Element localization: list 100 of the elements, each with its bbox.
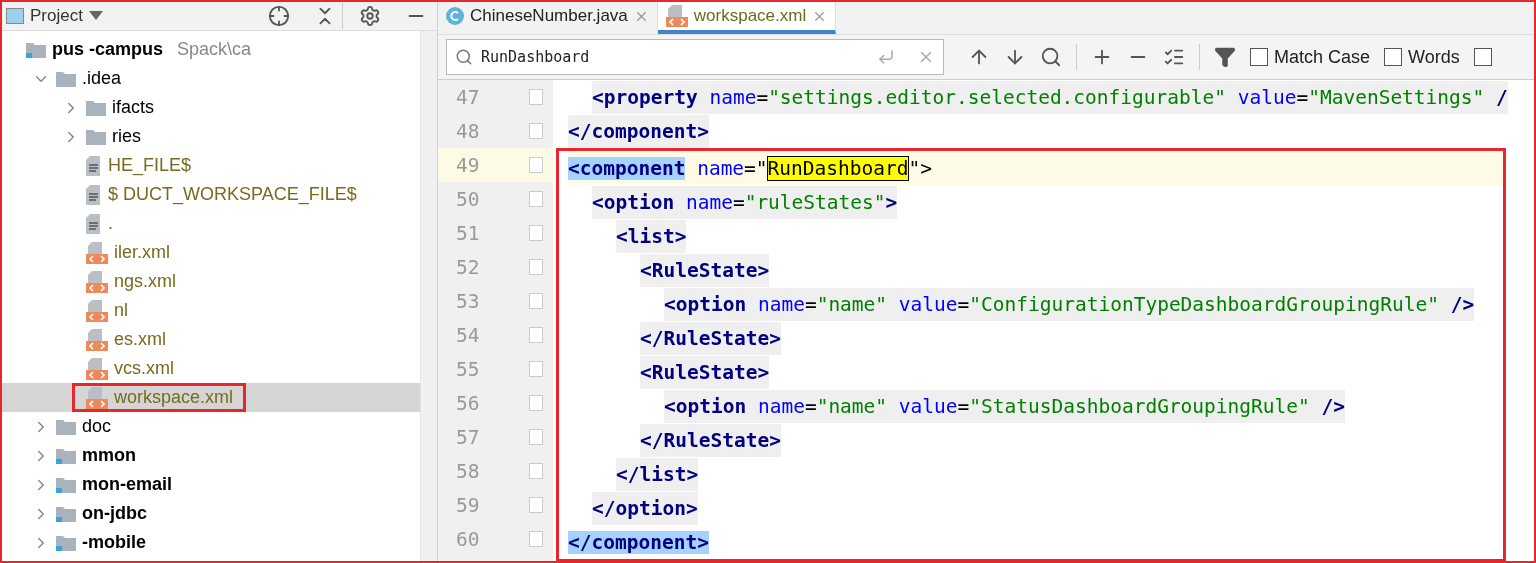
crosshair-icon[interactable] (268, 5, 290, 27)
tree-item-label: workspace.xml (114, 387, 234, 408)
editor-tab[interactable]: ChineseNumber.java (438, 2, 658, 34)
tree-item[interactable]: ngs.xml (2, 267, 420, 296)
line-number: 53 (456, 289, 480, 313)
line-number: 52 (456, 255, 480, 279)
tree-item[interactable]: iler.xml (2, 238, 420, 267)
search-field[interactable]: RunDashboard (446, 39, 944, 75)
xml-file-icon (86, 299, 108, 322)
fold-marker-icon[interactable] (529, 395, 543, 411)
tree-item-label: doc (82, 416, 112, 437)
tree-item-label: . (108, 213, 113, 234)
option-checkbox[interactable]: Words (1384, 46, 1460, 68)
editor-tab[interactable]: workspace.xml (657, 2, 837, 34)
search-icon (455, 48, 473, 66)
tree-item-label: HE_FILE$ (108, 155, 192, 176)
tree-item-label: nl (114, 300, 128, 321)
fold-marker-icon[interactable] (529, 497, 543, 513)
tree-item[interactable]: on-jdbc (2, 499, 420, 528)
fold-marker-icon[interactable] (529, 293, 543, 309)
tree-item[interactable]: ifacts (2, 93, 420, 122)
module-folder-icon (56, 476, 76, 493)
code-line: <component name="RunDashboard"> (568, 155, 932, 182)
line-number: 55 (456, 357, 480, 381)
tree-item[interactable]: pus -campus Spack\ca (2, 35, 420, 64)
fold-marker-icon[interactable] (529, 531, 543, 547)
fold-marker-icon[interactable] (529, 89, 543, 105)
xml-file-icon (86, 270, 108, 293)
enter-icon[interactable] (877, 48, 895, 66)
line-number: 47 (456, 85, 480, 109)
line-number: 57 (456, 425, 480, 449)
line-number: 48 (456, 119, 480, 143)
folder-icon (56, 70, 76, 87)
line-number: 59 (456, 493, 480, 517)
xml-file-icon (86, 328, 108, 351)
fold-marker-icon[interactable] (529, 463, 543, 479)
line-number: 56 (456, 391, 480, 415)
tree-item[interactable]: -mobile (2, 528, 420, 557)
tree-item-label: -mobile (82, 532, 146, 553)
folder-icon (56, 418, 76, 435)
settings-icon[interactable] (359, 5, 381, 27)
fold-marker-icon[interactable] (529, 123, 543, 139)
line-number: 54 (456, 323, 480, 347)
tree-item-label: .idea (82, 68, 122, 89)
folder-icon (86, 128, 106, 145)
tree-item[interactable]: mon-email (2, 470, 420, 499)
dropdown-caret-icon[interactable] (88, 11, 103, 21)
xml-file-icon (86, 386, 108, 409)
tree-item-label: ries (112, 126, 141, 147)
fold-marker-icon[interactable] (529, 191, 543, 207)
tree-item-label: mon-email (82, 474, 173, 495)
text-file-icon (86, 213, 102, 234)
tree-item[interactable]: mmon (2, 441, 420, 470)
tree-item[interactable]: nl (2, 296, 420, 325)
line-number: 50 (456, 187, 480, 211)
tree-item-label: on-jdbc (82, 503, 147, 524)
option-checkbox[interactable]: Match Case (1250, 46, 1371, 68)
module-folder-icon (56, 534, 76, 551)
tree-item-label: mmon (82, 445, 136, 466)
module-folder-icon (56, 505, 76, 522)
tree-item-label: ngs.xml (114, 271, 176, 292)
tree-item-label: $ DUCT_WORKSPACE_FILE$ (108, 184, 357, 205)
fold-marker-icon[interactable] (529, 225, 543, 241)
tree-item[interactable]: $ DUCT_WORKSPACE_FILE$ (2, 180, 420, 209)
line-number: 60 (456, 527, 480, 551)
tree-item-label: iler.xml (114, 242, 170, 263)
tree-item-label: ifacts (112, 97, 154, 118)
xml-file-icon (86, 241, 108, 264)
fold-marker-icon[interactable] (529, 259, 543, 275)
panel-title[interactable]: Project (30, 6, 83, 26)
search-query: RunDashboard (481, 48, 591, 66)
project-window-icon (6, 8, 24, 24)
tree-item[interactable]: es.xml (2, 325, 420, 354)
fold-marker-icon[interactable] (529, 429, 543, 445)
tree-item[interactable]: workspace.xml (2, 383, 420, 412)
tree-item-label: vcs.xml (114, 358, 174, 379)
class-icon (446, 7, 464, 25)
module-folder-icon (56, 447, 76, 464)
tree-item[interactable]: HE_FILE$ (2, 151, 420, 180)
xml-file-icon (86, 357, 108, 380)
xml-file-icon (665, 5, 688, 27)
tree-item[interactable]: doc (2, 412, 420, 441)
checkbox[interactable] (1473, 48, 1492, 66)
filter-icon[interactable] (1214, 46, 1236, 68)
tree-item[interactable]: vcs.xml (2, 354, 420, 383)
text-file-icon (86, 184, 102, 205)
tree-item[interactable]: . (2, 209, 420, 238)
tree-item[interactable]: .idea (2, 64, 420, 93)
fold-marker-icon[interactable] (529, 157, 543, 173)
tree-item-label: pus -campus (52, 39, 164, 60)
find-all-icon[interactable] (1040, 46, 1062, 68)
fold-marker-icon[interactable] (529, 361, 543, 377)
line-number: 49 (456, 153, 480, 177)
folder-icon (86, 99, 106, 116)
fold-marker-icon[interactable] (529, 327, 543, 343)
module-folder-icon (26, 41, 46, 58)
line-number: 51 (456, 221, 480, 245)
tree-item[interactable]: ries (2, 122, 420, 151)
tree-item-label: es.xml (114, 329, 166, 350)
scrollbar[interactable] (420, 31, 437, 561)
